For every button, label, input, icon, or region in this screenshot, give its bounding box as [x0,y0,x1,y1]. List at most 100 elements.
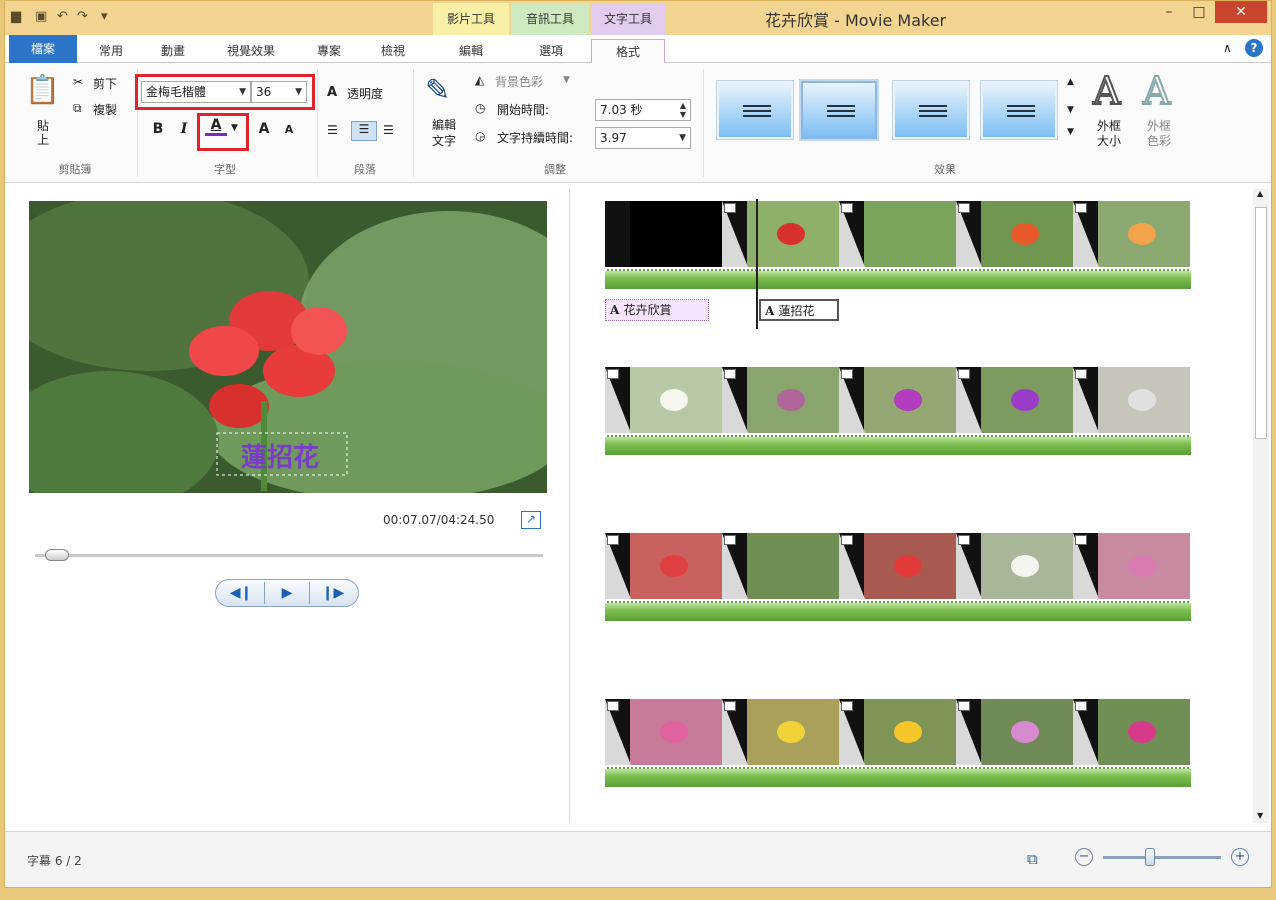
outline-size-icon: A [1092,68,1121,114]
clip-image [630,699,722,765]
gallery-scroll-down-icon[interactable]: ▼ [1067,105,1074,115]
effect-option-3[interactable] [893,81,969,139]
video-clip-thumbnail[interactable] [956,367,1073,433]
tab-project[interactable]: 專案 [301,39,357,63]
storyboard-scroll-thumb[interactable] [1255,207,1267,439]
play-icon[interactable]: ▶ [264,582,310,604]
tab-visual-effects[interactable]: 視覺效果 [211,39,291,63]
flower-shape [777,389,805,411]
tab-file[interactable]: 檔案 [9,35,77,63]
effect-option-4[interactable] [981,81,1057,139]
tab-format[interactable]: 格式 [591,39,665,64]
close-button[interactable]: ✕ [1215,1,1267,23]
save-icon[interactable]: ▣ [35,8,47,26]
clip-image [981,367,1073,433]
video-clip-thumbnail[interactable] [605,533,722,599]
video-clip-thumbnail[interactable] [722,533,839,599]
caption-clip-2[interactable]: A 蓮招花 [759,299,839,321]
video-clip-thumbnail[interactable] [956,201,1073,267]
spinner-arrows-icon[interactable]: ▲ ▼ [680,101,686,119]
pane-divider[interactable] [569,189,570,823]
video-clip-thumbnail[interactable] [605,367,722,433]
gallery-expand-icon[interactable]: ▼ [1067,127,1074,137]
align-center-icon[interactable]: ☰ [351,121,377,141]
paste-button[interactable]: 貼上 [33,119,53,147]
audio-track[interactable] [605,601,1191,621]
cut-button[interactable]: 剪下 [93,75,117,92]
text-tools-tab[interactable]: 文字工具 [591,3,665,35]
edit-text-button[interactable]: 編輯文字 [429,117,459,149]
scroll-up-icon[interactable]: ▲ [1257,189,1263,198]
copy-button[interactable]: 複製 [93,101,117,118]
background-color-button[interactable]: 背景色彩 [495,73,543,90]
scroll-down-icon[interactable]: ▼ [1257,811,1263,820]
thumbnail-size-icon[interactable]: ⧉ [1027,850,1038,868]
quick-access-dropdown-icon[interactable]: ▾ [101,8,108,26]
video-clip-thumbnail[interactable] [1073,367,1190,433]
tab-view[interactable]: 檢視 [365,39,421,63]
previous-frame-icon[interactable]: ◀❙ [218,582,264,604]
maximize-button[interactable]: □ [1185,1,1213,23]
video-clip-thumbnail[interactable] [839,201,956,267]
gallery-scroll-up-icon[interactable]: ▲ [1067,77,1074,87]
tab-animations[interactable]: 動畫 [145,39,201,63]
video-clip-thumbnail[interactable] [722,201,839,267]
tab-options[interactable]: 選項 [517,39,585,63]
zoom-out-icon[interactable]: − [1075,848,1093,866]
video-clip-thumbnail[interactable] [956,699,1073,765]
duration-select[interactable]: 3.97 ▼ [595,127,691,149]
zoom-track[interactable] [1103,856,1221,859]
audio-tools-tab[interactable]: 音訊工具 [511,3,589,35]
caption-clip-1[interactable]: A 花卉欣賞 [605,299,709,321]
outline-size-button[interactable]: 外框 大小 [1089,119,1129,149]
video-clip-thumbnail[interactable] [605,699,722,765]
audio-track[interactable] [605,269,1191,289]
video-clip-thumbnail[interactable] [839,533,956,599]
collapse-ribbon-icon[interactable]: ∧ [1223,41,1232,55]
zoom-thumb[interactable] [1145,848,1155,866]
effect-option-2[interactable] [801,81,877,139]
minimize-button[interactable]: – [1155,1,1183,23]
preview-caption-text[interactable]: 蓮招花 [241,437,319,474]
seek-track[interactable] [35,554,543,557]
video-clip-thumbnail[interactable] [1073,533,1190,599]
tab-edit[interactable]: 編輯 [437,39,505,63]
next-frame-icon[interactable]: ❙▶ [310,582,356,604]
video-clip-thumbnail[interactable] [722,699,839,765]
grow-font-button[interactable]: A [255,121,273,137]
redo-icon[interactable]: ↷ [77,8,88,26]
clip-image [1098,201,1190,267]
clip-image [630,367,722,433]
zoom-in-icon[interactable]: + [1231,848,1249,866]
video-clip-thumbnail[interactable] [722,367,839,433]
chevron-down-icon[interactable]: ▼ [563,75,570,85]
video-clip-thumbnail[interactable] [1073,201,1190,267]
undo-icon[interactable]: ↶ [57,8,68,26]
help-icon[interactable]: ? [1245,39,1263,57]
video-clip-thumbnail[interactable] [839,367,956,433]
seek-thumb[interactable] [44,549,69,561]
transparency-button[interactable]: 透明度 [347,85,383,102]
align-left-icon[interactable]: ☰ [327,123,347,137]
edit-text-icon[interactable]: ✎ [425,73,450,108]
fullscreen-icon[interactable]: ↗ [521,511,541,529]
tab-home[interactable]: 常用 [83,39,139,63]
video-clip-thumbnail[interactable] [956,533,1073,599]
audio-track[interactable] [605,767,1191,787]
effect-option-1[interactable] [717,81,793,139]
status-bar: 字幕 6 / 2 ⧉ − + [5,831,1271,887]
video-preview[interactable]: 蓮招花 [29,201,547,493]
video-tools-tab[interactable]: 影片工具 [433,3,509,35]
align-right-icon[interactable]: ☰ [383,123,403,137]
video-clip-thumbnail[interactable] [605,201,722,267]
playhead[interactable] [756,199,758,329]
italic-button[interactable]: I [175,121,193,137]
video-clip-thumbnail[interactable] [839,699,956,765]
video-clip-thumbnail[interactable] [1073,699,1190,765]
audio-track[interactable] [605,435,1191,455]
start-time-spinner[interactable]: 7.03 秒 ▲ ▼ [595,99,691,121]
paste-icon[interactable]: 📋 [25,73,60,106]
shrink-font-button[interactable]: A [281,123,297,136]
bold-button[interactable]: B [149,121,167,137]
outline-color-button[interactable]: 外框 色彩 [1139,119,1179,149]
